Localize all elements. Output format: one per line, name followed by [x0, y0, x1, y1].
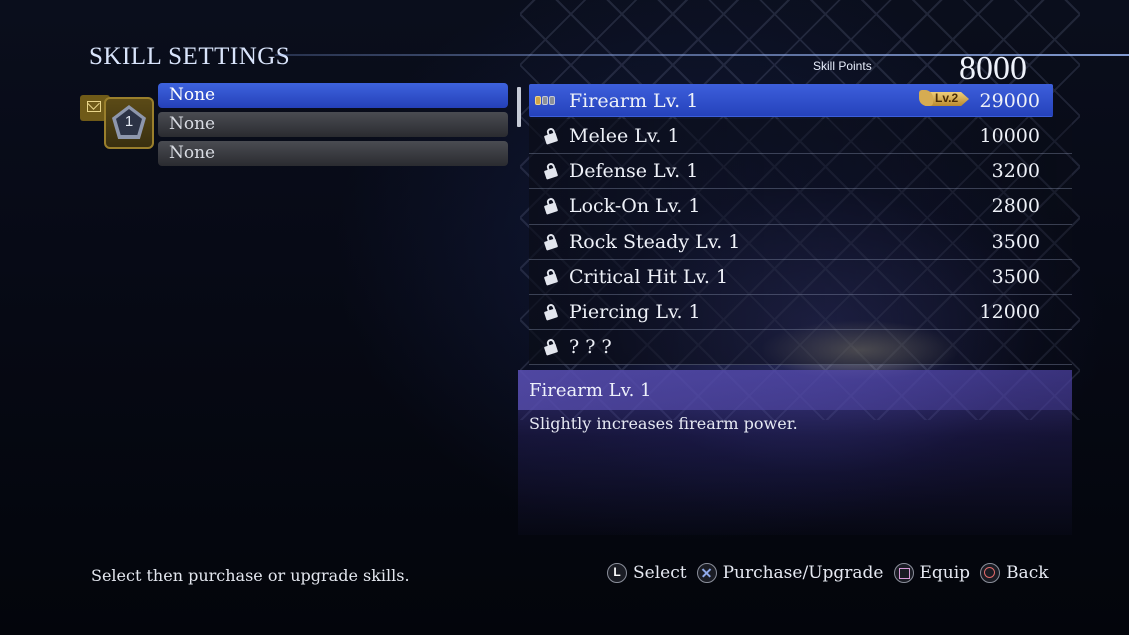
help-hint: Select then purchase or upgrade skills.: [91, 566, 410, 585]
lock-icon: [543, 197, 559, 216]
skill-row-piercing[interactable]: Piercing Lv. 1 12000: [529, 294, 1072, 331]
circle-button-icon: [980, 563, 1001, 583]
lock-icon: [543, 162, 559, 180]
skill-row-critical-hit[interactable]: Critical Hit Lv. 1 3500: [529, 259, 1072, 295]
lock-icon: [543, 267, 559, 286]
skill-row-lock-on[interactable]: Lock-On Lv. 1 2800: [529, 189, 1072, 225]
skill-cost: 3500: [991, 265, 1040, 288]
skill-points-label: Skill Points: [813, 59, 872, 73]
lock-icon: [543, 338, 559, 356]
cross-button-icon: [696, 563, 717, 583]
skill-cost: 3500: [991, 230, 1040, 253]
skill-name: Firearm Lv. 1: [569, 90, 699, 112]
skill-name: Piercing Lv. 1: [569, 300, 701, 323]
select-prompt[interactable]: L Select: [607, 563, 687, 583]
back-prompt[interactable]: Back: [980, 563, 1049, 583]
skill-name: Melee Lv. 1: [569, 125, 680, 147]
skill-name: Rock Steady Lv. 1: [569, 230, 741, 253]
skill-description-panel: Firearm Lv. 1 Slightly increases firearm…: [518, 370, 1072, 535]
upgrade-icon: [919, 90, 933, 106]
skill-name: Lock-On Lv. 1: [569, 195, 701, 218]
equipped-slot-2[interactable]: None: [158, 112, 508, 137]
skill-cost: 29000: [979, 90, 1040, 112]
description-title: Firearm Lv. 1: [529, 380, 652, 401]
skill-row-rock-steady[interactable]: Rock Steady Lv. 1 3500: [529, 224, 1072, 260]
skill-name: Critical Hit Lv. 1: [569, 265, 729, 288]
lock-icon: [543, 232, 559, 251]
skill-row-firearm[interactable]: Firearm Lv. 1 Lv.2 29000: [529, 84, 1053, 117]
skill-list: Firearm Lv. 1 Lv.2 29000 Melee Lv. 1 100…: [529, 84, 1072, 366]
equip-prompt[interactable]: Equip: [893, 563, 970, 583]
skill-row-unknown[interactable]: ? ? ?: [529, 330, 1072, 366]
purchase-upgrade-prompt[interactable]: Purchase/Upgrade: [696, 563, 884, 583]
slot-frame: 1: [104, 97, 154, 149]
equipped-slot-1[interactable]: None: [158, 83, 508, 108]
square-button-icon: [893, 563, 914, 583]
skill-cost: 12000: [979, 300, 1040, 323]
skill-row-defense[interactable]: Defense Lv. 1 3200: [529, 154, 1072, 190]
scrollbar[interactable]: [517, 87, 521, 127]
skill-points-value: 8000: [959, 50, 1027, 87]
skill-slot-badge[interactable]: 1: [80, 95, 158, 149]
lock-icon: [543, 126, 559, 145]
skill-name: ? ? ?: [569, 336, 612, 359]
skill-cost: 3200: [991, 160, 1040, 183]
description-text: Slightly increases firearm power.: [529, 414, 798, 433]
equipped-slot-3[interactable]: None: [158, 141, 508, 166]
progress-dots-icon: [535, 96, 555, 105]
slot-number: 1: [124, 113, 134, 130]
button-prompts: L Select Purchase/Upgrade Equip Back: [607, 563, 1059, 583]
skill-cost: 2800: [991, 195, 1040, 218]
skill-row-melee[interactable]: Melee Lv. 1 10000: [529, 119, 1072, 155]
skill-name: Defense Lv. 1: [569, 160, 699, 183]
l-stick-icon: L: [607, 563, 627, 583]
page-title: SKILL SETTINGS: [89, 43, 291, 70]
upgrade-level-badge: Lv.2: [919, 90, 971, 108]
skill-cost: 10000: [979, 125, 1040, 147]
lock-icon: [543, 302, 559, 321]
equipped-skill-list: None None None: [158, 83, 508, 170]
